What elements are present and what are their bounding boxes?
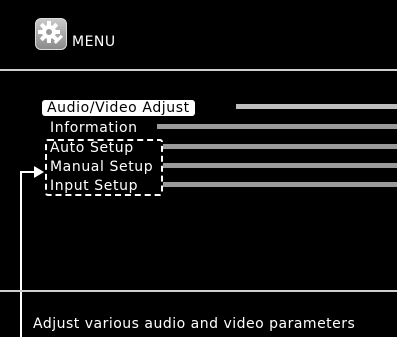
- settings-gear-icon: [35, 18, 67, 50]
- callout-line: [20, 172, 22, 337]
- header-divider: [0, 69, 397, 71]
- menu-item-leader: [157, 124, 397, 129]
- menu-item-leader: [236, 104, 397, 109]
- menu-item-audio-video-adjust[interactable]: Audio/Video Adjust: [42, 100, 195, 116]
- help-text: Adjust various audio and video parameter…: [33, 316, 356, 332]
- menu-title: MENU: [72, 34, 116, 50]
- menu-item-leader: [163, 182, 397, 187]
- callout-arrow-icon: [34, 166, 44, 178]
- setup-items-group-outline: [45, 139, 163, 196]
- menu-item-leader: [163, 144, 397, 149]
- menu-header: MENU: [0, 0, 397, 68]
- menu-item-information[interactable]: Information: [50, 120, 138, 136]
- menu-item-leader: [163, 163, 397, 168]
- footer-divider: [0, 290, 397, 292]
